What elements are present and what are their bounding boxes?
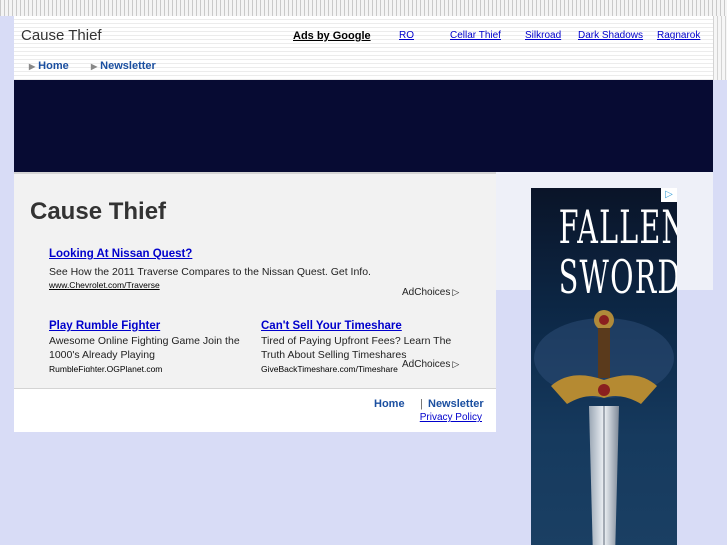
ad-title-rumble[interactable]: Play Rumble Fighter (49, 320, 160, 332)
skyscraper-ad-line1: FALLEN (558, 200, 677, 254)
ad-desc-timeshare: Tired of Paying Upfront Fees? Learn The … (261, 334, 481, 362)
sword-image (534, 310, 674, 545)
ad-desc-line: Awesome Online Fighting Game Join the (49, 335, 240, 347)
nav-home-label: Home (38, 60, 69, 72)
ad-desc-nissan: See How the 2011 Traverse Compares to th… (49, 266, 371, 278)
adchoices-icon: ▷ (452, 287, 460, 297)
ad-url-nissan[interactable]: www.Chevrolet.com/Traverse (49, 280, 160, 290)
nav-item-home[interactable]: ▶ Home (29, 60, 69, 72)
adchoices-label-1[interactable]: AdChoices ▷ (402, 287, 459, 298)
ads-by-google-label[interactable]: Ads by Google (293, 30, 371, 42)
privacy-policy-link[interactable]: Privacy Policy (420, 412, 482, 423)
privacy-bar: Privacy Policy (14, 412, 496, 432)
site-title: Cause Thief (21, 27, 102, 44)
triangle-right-icon: ▶ (29, 62, 36, 71)
top-nav: ▶ Home ▶ Newsletter (14, 56, 713, 80)
skyscraper-ad[interactable]: ▷ FALLEN SWORD (531, 188, 677, 545)
adchoices-icon: ▷ (452, 359, 460, 369)
ad-title-nissan[interactable]: Looking At Nissan Quest? (49, 248, 192, 260)
ad-link-silkroad[interactable]: Silkroad (525, 30, 561, 41)
skyscraper-ad-line2: SWORD (558, 250, 677, 304)
nav-newsletter-label: Newsletter (100, 60, 156, 72)
ad-url-rumble[interactable]: RumbleFighter.OGPlanet.com (49, 364, 162, 372)
ad-link-ragnarok[interactable]: Ragnarok (657, 30, 700, 41)
top-stripe-right (713, 16, 727, 80)
adchoices-label-2[interactable]: AdChoices ▷ (402, 359, 459, 370)
footer-link-newsletter[interactable]: Newsletter (428, 398, 484, 410)
top-stripe (0, 0, 727, 16)
ad-link-cellar-thief[interactable]: Cellar Thief (450, 30, 501, 41)
adchoices-text: AdChoices (402, 359, 451, 370)
ad-url-timeshare[interactable]: GiveBackTimeshare.com/Timeshare (261, 364, 398, 372)
nav-item-newsletter[interactable]: ▶ Newsletter (91, 60, 156, 72)
footer-link-home[interactable]: Home (374, 398, 405, 410)
footer-nav: Home | Newsletter (14, 388, 496, 412)
ad-desc-line: 1000's Already Playing (49, 349, 155, 361)
ad-desc-line: Tired of Paying Upfront Fees? Learn The (261, 335, 452, 347)
adchoices-text: AdChoices (402, 287, 451, 298)
ad-title-timeshare[interactable]: Can't Sell Your Timeshare (261, 320, 402, 332)
footer-separator: | (420, 398, 423, 410)
main-content: Cause Thief Looking At Nissan Quest? See… (14, 172, 496, 388)
header: Cause Thief Ads by Google RO Cellar Thie… (14, 16, 713, 56)
ad-link-dark-shadows[interactable]: Dark Shadows (578, 30, 643, 41)
header-banner (14, 80, 713, 172)
triangle-right-icon: ▶ (91, 62, 98, 71)
ad-link-ro[interactable]: RO (399, 30, 414, 41)
page-title: Cause Thief (30, 198, 167, 225)
ad-desc-rumble: Awesome Online Fighting Game Join the 10… (49, 334, 249, 362)
